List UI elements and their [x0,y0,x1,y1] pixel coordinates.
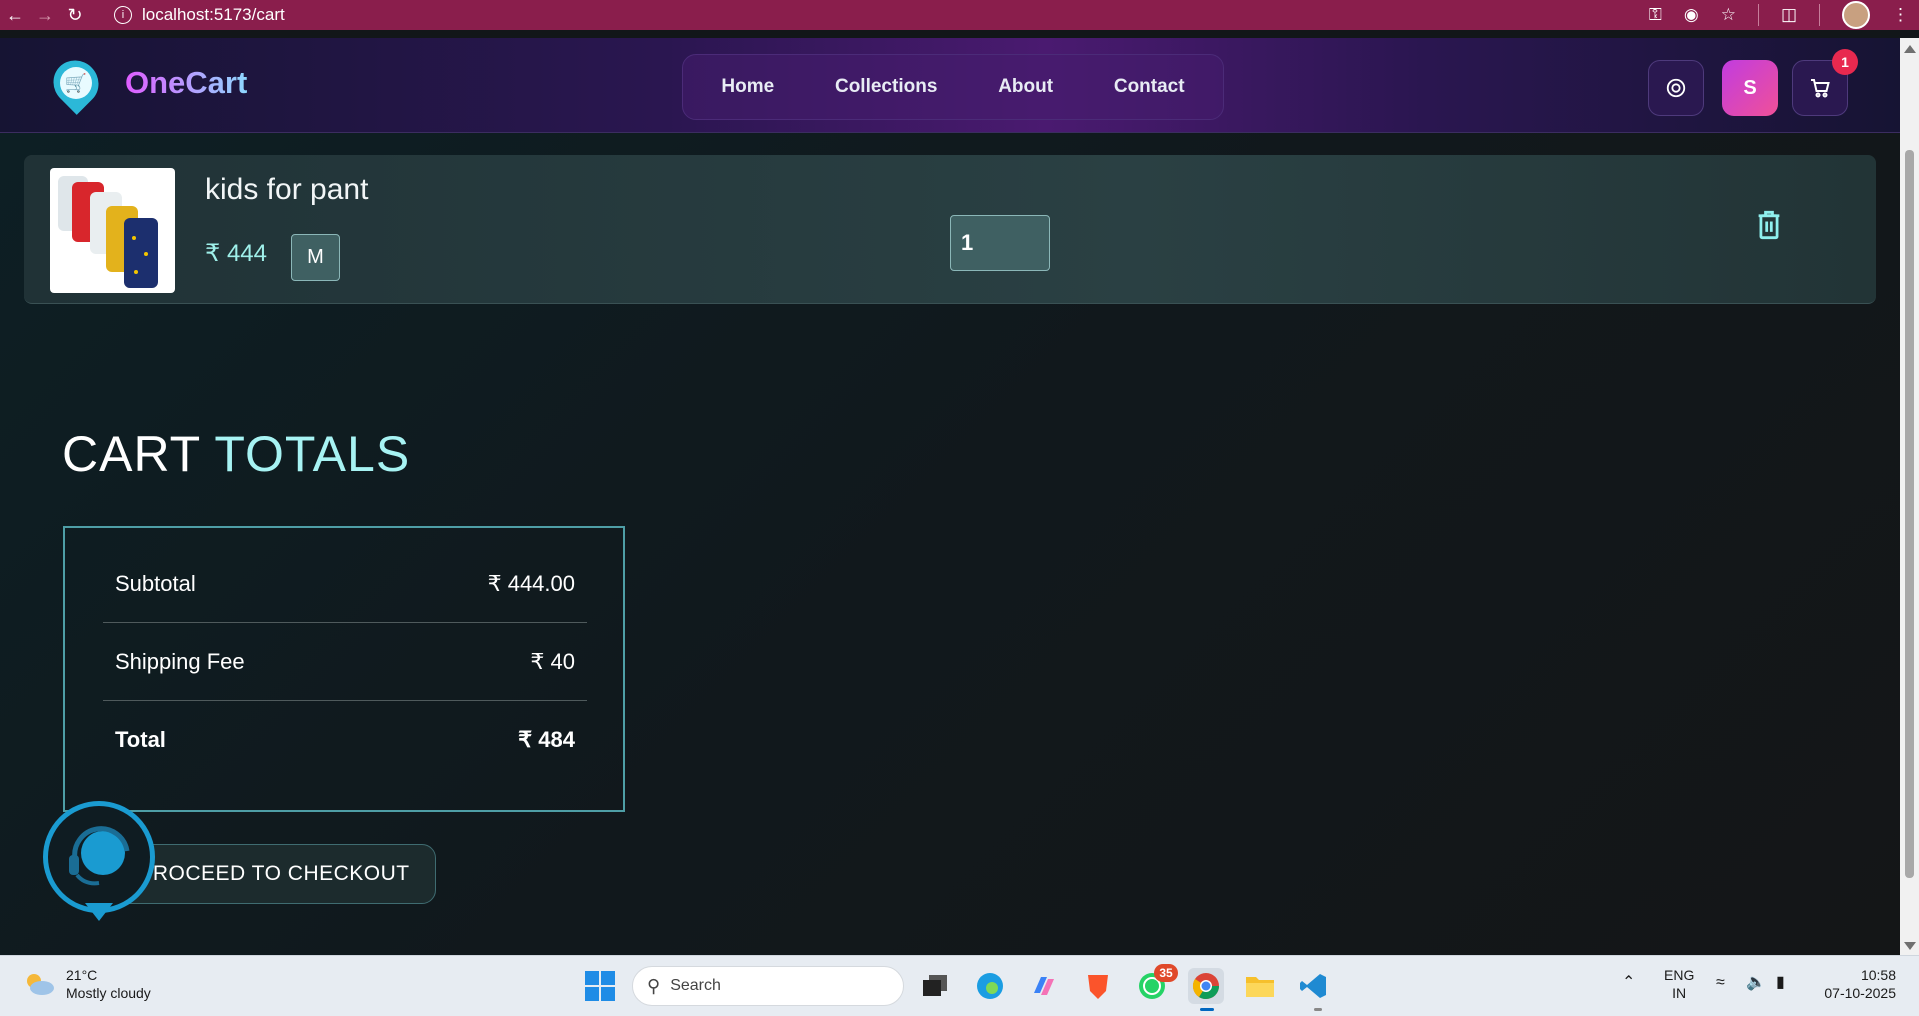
vscode-icon[interactable] [1296,968,1332,1004]
product-name: kids for pant [205,173,369,206]
site-header: 🛒 OneCart Home Collections About Contact… [0,38,1900,133]
nav-contact[interactable]: Contact [1098,68,1201,106]
reload-button[interactable]: ↻ [60,0,90,30]
weather-desc: Mostly cloudy [66,985,151,1001]
nav-collections[interactable]: Collections [819,68,953,106]
site-info-icon[interactable]: i [114,6,132,24]
scroll-up-arrow-icon[interactable] [1904,45,1916,53]
clock-date: 07-10-2025 [1824,985,1896,1001]
brave-browser-icon[interactable] [1080,968,1116,1004]
clock[interactable]: 10:58 07-10-2025 [1816,966,1896,1002]
size-badge: M [291,234,340,281]
file-explorer-icon[interactable] [1242,968,1278,1004]
quantity-input[interactable] [950,215,1050,271]
os-taskbar: 21°C Mostly cloudy ⚲ Search 35 ⌃ ENG IN [0,955,1919,1016]
language-code: ENG [1664,967,1695,983]
toolbar-divider [1757,4,1759,26]
total-label: Total [115,727,166,752]
copilot-icon[interactable] [1026,968,1062,1004]
browser-profile-avatar[interactable] [1842,1,1870,29]
search-button[interactable] [1648,60,1704,116]
taskbar-search-label: Search [670,977,721,994]
headset-support-icon [69,826,130,886]
region-code: IN [1672,985,1687,1001]
product-image[interactable] [50,168,175,293]
battery-icon[interactable]: ▮ [1776,974,1785,992]
total-row: Total ₹ 484 [103,702,587,778]
profile-button[interactable]: S [1722,60,1778,116]
cart-pin-logo-icon: 🛒 [44,51,108,115]
scroll-down-arrow-icon[interactable] [1904,942,1916,950]
tracking-eye-off-icon[interactable]: ◉ [1684,5,1699,25]
taskbar-search[interactable]: ⚲ Search [632,966,904,1006]
clock-time: 10:58 [1860,967,1896,983]
show-hidden-icons-chevron-icon[interactable]: ⌃ [1622,974,1635,992]
url-text: localhost:5173/cart [142,5,285,24]
task-view-icon[interactable] [918,968,954,1004]
language-indicator[interactable]: ENG IN [1664,966,1694,1002]
volume-icon[interactable]: 🔈 [1746,974,1766,992]
shipping-row: Shipping Fee ₹ 40 [103,624,587,700]
address-bar[interactable]: i localhost:5173/cart [102,1,1572,29]
search-icon: ⚲ [647,975,661,996]
nav-home[interactable]: Home [705,68,790,106]
edge-browser-icon[interactable] [972,968,1008,1004]
wifi-icon[interactable]: ≈ [1716,974,1725,992]
profile-initial: S [1743,76,1757,99]
cart-item-row: kids for pant ₹ 444 M [24,155,1876,304]
title-part-1: CART [62,426,201,482]
toolbar-divider [1819,4,1820,26]
nav-about[interactable]: About [982,68,1069,106]
title-part-2: TOTALS [214,426,411,482]
total-value: ₹ 484 [518,727,575,752]
proceed-to-checkout-button[interactable]: PROCEED TO CHECKOUT [112,844,436,904]
bookmark-star-icon[interactable]: ☆ [1721,5,1736,25]
main-nav: Home Collections About Contact [682,54,1224,120]
cart-totals-box: Subtotal ₹ 444.00 Shipping Fee ₹ 40 Tota… [63,526,625,812]
weather-widget[interactable]: 21°C Mostly cloudy [22,966,151,1002]
cart-totals-title: CART TOTALS [62,425,410,483]
support-bubble-tail [85,903,113,921]
chrome-browser-icon[interactable] [1188,968,1224,1004]
shipping-value: ₹ 40 [530,649,575,674]
cart-count-badge: 1 [1832,49,1858,75]
logo[interactable]: 🛒 OneCart [44,51,248,115]
subtotal-value: ₹ 444.00 [487,571,575,596]
trash-icon[interactable] [1755,210,1783,240]
row-divider [103,700,587,701]
browser-toolbar: ← → ↻ i localhost:5173/cart ⚿ ◉ ☆ ◫ ⋮ [0,0,1919,30]
extensions-icon[interactable]: ◫ [1781,5,1797,25]
cart-icon [1811,79,1830,98]
scrollbar-thumb[interactable] [1905,150,1914,878]
search-icon [1666,78,1686,98]
cloud-sun-icon [27,974,54,995]
customer-support-button[interactable] [43,801,155,913]
active-app-indicator [1200,1008,1214,1011]
weather-temp: 21°C [66,967,98,983]
browser-menu-icon[interactable]: ⋮ [1892,5,1909,25]
windows-start-icon[interactable] [584,970,616,1002]
forward-button[interactable]: → [30,0,60,30]
shipping-label: Shipping Fee [115,649,245,674]
subtotal-row: Subtotal ₹ 444.00 [103,546,587,622]
password-key-icon[interactable]: ⚿ [1649,5,1662,25]
back-button[interactable]: ← [0,0,30,30]
cart-page: kids for pant ₹ 444 M CART TOTALS Subtot… [0,133,1900,955]
whatsapp-badge: 35 [1154,964,1178,982]
product-price: ₹ 444 [205,240,267,267]
running-app-indicator [1314,1008,1322,1011]
subtotal-label: Subtotal [115,571,196,596]
row-divider [103,622,587,623]
logo-text: OneCart [125,65,248,100]
